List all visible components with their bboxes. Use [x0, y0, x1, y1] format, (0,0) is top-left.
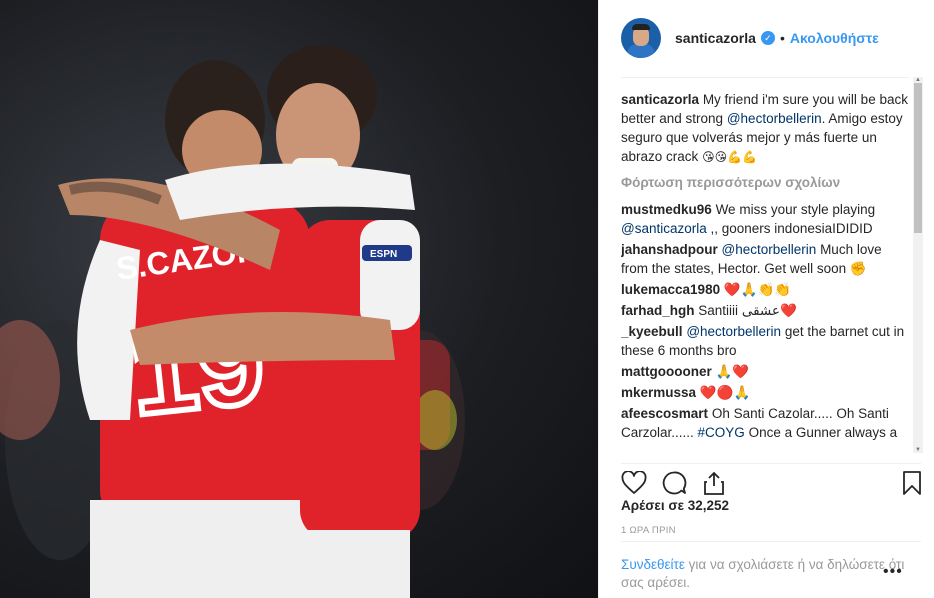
comment-mention[interactable]: @santicazorla: [621, 221, 707, 236]
scrollbar-thumb[interactable]: [914, 83, 922, 233]
sleeve-badge: ESPN: [370, 249, 397, 260]
comment-username[interactable]: afeescosmart: [621, 406, 708, 421]
like-count[interactable]: Αρέσει σε 32,252: [621, 498, 729, 513]
caption-emojis: 😘😘💪💪: [702, 150, 757, 164]
comment-text: ❤️🙏👏👏: [723, 282, 792, 297]
more-options-icon[interactable]: •••: [883, 563, 903, 581]
comment-item: mkermussa ❤️🔴🙏: [621, 383, 909, 402]
bookmark-icon[interactable]: [899, 470, 925, 496]
comment-icon[interactable]: [661, 470, 687, 496]
comment-mention[interactable]: @hectorbellerin: [722, 242, 817, 257]
avatar[interactable]: [621, 18, 661, 58]
post-header: santicazorla ✓ • Ακολουθήστε: [599, 0, 934, 76]
verified-icon: ✓: [760, 31, 775, 45]
caption-username[interactable]: santicazorla: [621, 92, 699, 107]
post-caption: santicazorla My friend i'm sure you will…: [621, 90, 909, 167]
share-icon[interactable]: [701, 470, 727, 496]
comment-item: lukemacca1980 ❤️🙏👏👏: [621, 280, 909, 299]
comments-scrollbar[interactable]: ▲ ▼: [913, 77, 923, 453]
post-timestamp: 1 ΩΡΑ ΠΡΙΝ: [621, 525, 676, 536]
comment-username[interactable]: _kyeebull: [621, 324, 683, 339]
login-prompt: Συνδεθείτε για να σχολιάσετε ή να δηλώσε…: [621, 541, 921, 592]
comment-text: We miss your style playing: [715, 202, 876, 217]
caption-mention[interactable]: @hectorbellerin: [727, 111, 822, 126]
action-bar: [621, 463, 921, 496]
heart-icon[interactable]: [621, 470, 647, 496]
comment-text: Santiiii عشقی❤️: [698, 303, 797, 318]
comment-item: mattgooooner 🙏❤️: [621, 362, 909, 381]
comment-item: mustmedku96 We miss your style playing @…: [621, 200, 909, 238]
comment-username[interactable]: mustmedku96: [621, 202, 712, 217]
comment-item: farhad_hgh Santiiii عشقی❤️: [621, 301, 909, 320]
comment-username[interactable]: jahanshadpour: [621, 242, 718, 257]
login-link[interactable]: Συνδεθείτε: [621, 557, 685, 572]
comment-username[interactable]: farhad_hgh: [621, 303, 695, 318]
comment-item: _kyeebull @hectorbellerin get the barnet…: [621, 322, 909, 360]
comment-text: Once a Gunner always a: [748, 425, 898, 440]
photo-illustration: S.CAZOR 19 ESPN: [0, 45, 465, 598]
comment-mention[interactable]: @hectorbellerin: [686, 324, 781, 339]
scroll-down-icon[interactable]: ▼: [914, 447, 922, 453]
instagram-post: S.CAZOR 19 ESPN santicazorla ✓ • Ακολουθ…: [0, 0, 934, 598]
comment-username[interactable]: mattgooooner: [621, 364, 712, 379]
header-username[interactable]: santicazorla: [675, 30, 756, 46]
comment-username[interactable]: lukemacca1980: [621, 282, 720, 297]
comment-text: 🙏❤️: [715, 364, 750, 379]
comment-item: jahanshadpour @hectorbellerin Much love …: [621, 240, 909, 278]
follow-button[interactable]: Ακολουθήστε: [790, 30, 879, 46]
comment-item: afeescosmart Oh Santi Cazolar..... Oh Sa…: [621, 404, 909, 442]
separator-dot: •: [779, 30, 785, 46]
comment-mention[interactable]: #COYG: [698, 425, 745, 440]
comment-username[interactable]: mkermussa: [621, 385, 696, 400]
comments-list: santicazorla My friend i'm sure you will…: [621, 77, 909, 453]
load-more-comments[interactable]: Φόρτωση περισσότερων σχολίων: [621, 175, 909, 190]
post-photo[interactable]: S.CAZOR 19 ESPN: [0, 0, 598, 598]
post-sidebar: santicazorla ✓ • Ακολουθήστε santicazorl…: [598, 0, 934, 598]
comment-text: ❤️🔴🙏: [699, 385, 751, 400]
comment-text: ,, gooners indonesiaIDIDID: [710, 221, 873, 236]
